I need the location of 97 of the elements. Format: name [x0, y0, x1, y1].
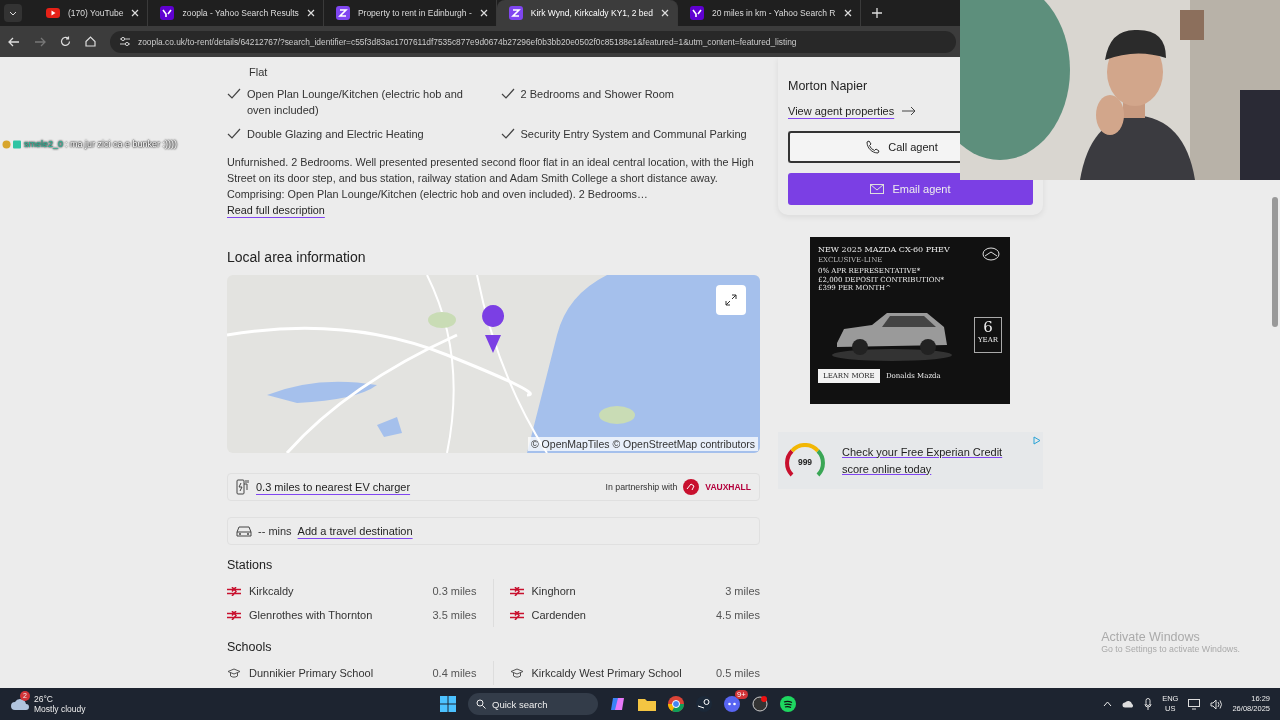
- cloud-icon[interactable]: [1122, 700, 1135, 708]
- close-icon[interactable]: [306, 9, 315, 17]
- forward-icon[interactable]: [34, 36, 46, 47]
- call-agent-button[interactable]: Call agent: [788, 131, 960, 163]
- section-heading: Local area information: [227, 248, 367, 266]
- microphone-icon[interactable]: [1144, 698, 1153, 710]
- close-icon[interactable]: [661, 9, 670, 17]
- close-icon[interactable]: [843, 9, 852, 17]
- feature-text: Flat: [248, 65, 269, 80]
- address-bar[interactable]: zoopla.co.uk/to-rent/details/64212767/?search_identifier=c55f3d83ac1707611df7535c877e9d0674b27296ef0b3bb20e0502f0c85188e1&featured=1&utm_content=featured_listing: [110, 30, 956, 53]
- weather-text: Mostly cloudy: [34, 704, 86, 714]
- travel-destination-link[interactable]: Add a travel destination: [297, 525, 413, 537]
- school-name: Kirkcaldy West Primary School: [531, 667, 683, 679]
- phone-icon: [866, 140, 881, 154]
- mail-icon: [870, 184, 885, 194]
- scrollbar-thumb[interactable]: [1272, 197, 1278, 327]
- partner-logo-text: VAUXHALL: [705, 482, 751, 492]
- site-settings-icon[interactable]: [120, 37, 130, 46]
- expand-map-button[interactable]: [716, 285, 746, 315]
- network-icon[interactable]: [1188, 698, 1201, 710]
- graduation-cap-icon: [509, 668, 524, 678]
- distance-text: 0.3 miles: [432, 585, 477, 597]
- section-heading: Stations: [227, 557, 274, 573]
- feature-text: Double Glazing and Electric Heating: [247, 127, 424, 142]
- credit-link[interactable]: Check your Free Experian Credit score online today: [842, 443, 1032, 478]
- railway-icon: [227, 586, 241, 596]
- speaker-icon[interactable]: [1210, 698, 1223, 710]
- car-icon: [236, 525, 252, 537]
- check-icon: [500, 88, 515, 100]
- partner-label: In partnership with: [605, 482, 678, 492]
- folder-icon[interactable]: [638, 697, 656, 711]
- close-icon[interactable]: [479, 9, 488, 17]
- graduation-cap-icon: [227, 668, 241, 678]
- chevron-down-icon: [9, 10, 17, 16]
- railway-icon: [509, 610, 524, 620]
- gauge-icon: [784, 442, 826, 479]
- start-icon[interactable]: [440, 696, 456, 712]
- chevron-up-icon[interactable]: [1103, 701, 1113, 707]
- copilot-icon[interactable]: [610, 696, 626, 712]
- station-name: Kinghorn: [531, 585, 577, 597]
- zoopla-icon: [508, 6, 523, 20]
- browser-tab[interactable]: Kirk Wynd, Kirkcaldy KY1, 2 bed: [496, 0, 679, 26]
- travel-time: -- mins: [258, 525, 292, 537]
- credit-score: 999: [796, 456, 814, 467]
- temperature: 26°C: [34, 694, 54, 704]
- distance-text: 3.5 miles: [432, 609, 477, 621]
- add-icon[interactable]: [871, 8, 882, 18]
- home-icon[interactable]: [85, 36, 96, 47]
- browser-icon[interactable]: [668, 696, 684, 712]
- activation-title: Activate Windows: [1101, 630, 1201, 644]
- email-agent-button[interactable]: Email agent: [788, 173, 1033, 205]
- music-app-icon[interactable]: [780, 696, 796, 712]
- check-icon: [227, 88, 241, 100]
- ev-charger-link[interactable]: 0.3 miles to nearest EV charger: [256, 481, 411, 493]
- chat-username: smele2_0: [24, 139, 64, 149]
- agent-name: Morton Napier: [788, 79, 869, 93]
- feature-text: Security Entry System and Communal Parking: [520, 127, 747, 142]
- distance-text: 3 miles: [725, 585, 760, 597]
- read-more-link[interactable]: Read full description: [227, 204, 325, 216]
- chat-message: : ma jur zici ca e bunker :)))): [65, 139, 178, 149]
- station-name: Glenrothes with Thornton: [249, 609, 374, 621]
- record-icon[interactable]: [752, 696, 768, 712]
- agent-properties-link[interactable]: View agent properties: [788, 105, 895, 117]
- description-text: Unfurnished. 2 Bedrooms. Well presented presented second floor flat in an ideal central location, with the High Street on its door step, and bus station, railway station and Adam Smith College a short distance away. Comprising: Open Plan Lounge/Kitchen (electric hob and oven included). 2 Bedrooms…: [227, 156, 754, 200]
- distance-text: 0.4 miles: [432, 667, 477, 679]
- section-heading: Schools: [227, 639, 273, 655]
- reload-icon[interactable]: [60, 36, 71, 47]
- zoopla-icon: [335, 6, 350, 20]
- search-icon: [476, 699, 486, 709]
- distance-text: 0.5 miles: [715, 667, 760, 679]
- badge-icon: [2, 139, 22, 149]
- school-name: Dunnikier Primary School: [249, 667, 375, 679]
- yahoo-icon: [690, 6, 705, 20]
- chat-app-icon[interactable]: [724, 696, 740, 712]
- back-icon[interactable]: [8, 36, 20, 47]
- search-box[interactable]: Quick search: [468, 693, 598, 715]
- feature-text: 2 Bedrooms and Shower Room: [520, 87, 674, 102]
- credit-score-banner[interactable]: 999 Check your Free Experian Credit score online today: [778, 432, 1043, 489]
- ev-charger-icon: [236, 479, 250, 495]
- station-name: Cardenden: [531, 609, 587, 621]
- arrow-right-icon: [902, 106, 917, 116]
- cloud-icon: [10, 697, 30, 711]
- check-icon: [227, 128, 241, 140]
- map-attribution: © OpenMapTiles © OpenStreetMap contributors: [527, 437, 758, 451]
- close-icon[interactable]: [131, 9, 140, 17]
- station-name: Kirkcaldy: [249, 585, 295, 597]
- expand-icon: [725, 294, 737, 306]
- check-icon: [500, 128, 515, 140]
- ad-headline: NEW 2025 MAZDA CX-60 PHEV: [818, 245, 950, 254]
- distance-text: 4.5 miles: [715, 609, 760, 621]
- video-icon: [46, 8, 60, 18]
- railway-icon: [509, 586, 524, 596]
- url-text: zoopla.co.uk/to-rent/details/64212767/?search_identifier=c55f3d83ac1707611df7535c877e9d0674b27296ef0b3bb20e0502f0c85188e1&featured=1&utm_content=featured_listing: [138, 36, 797, 47]
- feature-text: Open Plan Lounge/Kitchen (electric hob and oven included): [247, 87, 464, 118]
- yahoo-icon: [160, 6, 175, 20]
- railway-icon: [227, 610, 241, 620]
- brand-logo-icon: [981, 247, 1001, 263]
